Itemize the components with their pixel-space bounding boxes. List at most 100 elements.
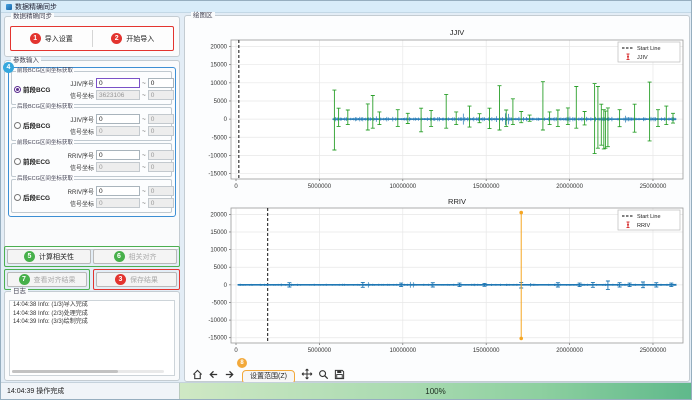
radio-bcg-front-label: 前段BCG — [23, 84, 50, 94]
signal-coord-start-input[interactable] — [96, 162, 140, 172]
progress-value: 100% — [425, 387, 445, 396]
back-icon[interactable] — [207, 368, 220, 381]
rriv-index-label: RRIV序号 — [61, 187, 94, 196]
svg-text:-15000: -15000 — [208, 172, 227, 178]
signal-coord-label: 信号坐标 — [61, 127, 94, 136]
svg-text:Start Line: Start Line — [637, 214, 661, 220]
range-separator: ~ — [142, 92, 146, 99]
svg-text:15000: 15000 — [210, 63, 227, 69]
svg-text:20000000: 20000000 — [556, 348, 583, 354]
zoom-icon[interactable] — [317, 368, 330, 381]
signal-coord-end-input[interactable] — [148, 90, 174, 100]
log-entry: 14:04:39 Info: (3/3)绘制完成 — [10, 318, 174, 327]
pan-icon[interactable] — [301, 368, 314, 381]
rriv-index-end-input[interactable] — [148, 150, 174, 160]
jjiv-index-start-input[interactable] — [96, 114, 140, 124]
plot-toolbar: 8 设置范围(Z) — [191, 366, 346, 382]
jjiv-index-end-input[interactable] — [148, 78, 174, 88]
radio-ecg-rear[interactable]: 后段ECG — [14, 192, 61, 202]
forward-icon[interactable] — [223, 368, 236, 381]
svg-text:20000: 20000 — [210, 212, 227, 218]
svg-text:JJIV: JJIV — [637, 55, 648, 61]
log-group: 日志 14:04:38 Info: (1/3)导入完成 14:04:38 Inf… — [4, 291, 180, 381]
svg-text:20000000: 20000000 — [556, 184, 583, 190]
rriv-index-end-input[interactable] — [148, 186, 174, 196]
radio-bcg-rear-label: 后段BCG — [23, 120, 50, 130]
radio-bcg-front[interactable]: 前段BCG — [14, 84, 61, 94]
jjiv-index-label: JJIV序号 — [61, 115, 94, 124]
svg-text:15000: 15000 — [210, 230, 227, 236]
correlation-align-label: 相关对齐 — [129, 252, 157, 262]
svg-text:5000000: 5000000 — [308, 348, 332, 354]
step-badge-2: 2 — [111, 33, 122, 44]
rriv-index-start-input[interactable] — [96, 150, 140, 160]
app-window: 数据精确同步 数据精确同步 1 导入设置 2 开始导入 参数输入 4 — [0, 0, 692, 400]
bcg-front-section: 前段BCG区间坐标获取 前段BCG JJIV序号 ~ — [11, 71, 172, 105]
rriv-index-start-input[interactable] — [96, 186, 140, 196]
signal-coord-start-input[interactable] — [96, 90, 140, 100]
jjiv-index-end-input[interactable] — [148, 114, 174, 124]
svg-text:25000000: 25000000 — [640, 184, 667, 190]
range-separator: ~ — [142, 164, 146, 171]
main-area: 数据精确同步 1 导入设置 2 开始导入 参数输入 4 前段BCG区间坐标获取 — [1, 13, 691, 382]
log-entry: 14:04:38 Info: (2/3)处理完成 — [10, 310, 174, 319]
svg-text:JJIV: JJIV — [450, 28, 465, 37]
save-result-button[interactable]: 3 保存结果 — [96, 272, 177, 287]
svg-text:0: 0 — [224, 283, 228, 289]
svg-text:10000: 10000 — [210, 81, 227, 87]
import-settings-button[interactable]: 1 导入设置 — [11, 27, 92, 50]
signal-coord-end-input[interactable] — [148, 126, 174, 136]
home-icon[interactable] — [191, 368, 204, 381]
svg-text:20000: 20000 — [210, 45, 227, 51]
jjiv-index-start-input[interactable] — [96, 78, 140, 88]
signal-coord-end-input[interactable] — [148, 162, 174, 172]
signal-coord-label: 信号坐标 — [61, 91, 94, 100]
start-import-button[interactable]: 2 开始导入 — [93, 27, 174, 50]
svg-text:10000000: 10000000 — [389, 348, 416, 354]
status-message: 14:04:39 操作完成 — [1, 383, 179, 399]
svg-text:15000000: 15000000 — [473, 184, 500, 190]
signal-coord-start-input[interactable] — [96, 126, 140, 136]
progress-bar: 100% — [179, 383, 691, 399]
ecg-front-section-title: 前段ECG区间坐标获取 — [16, 140, 74, 146]
range-separator: ~ — [142, 128, 146, 135]
signal-coord-start-input[interactable] — [96, 198, 140, 208]
log-horizontal-scrollbar[interactable] — [12, 370, 164, 373]
rriv-chart[interactable]: 0500000010000000150000002000000025000000… — [189, 198, 687, 360]
log-box[interactable]: 14:04:38 Info: (1/3)导入完成 14:04:38 Info: … — [9, 300, 175, 376]
params-group: 参数输入 4 前段BCG区间坐标获取 前段BCG JJIV序号 — [4, 60, 180, 250]
radio-ecg-front[interactable]: 前段ECG — [14, 156, 61, 166]
plot-group: 绘图区 050000001000000015000000200000002500… — [184, 15, 690, 382]
svg-text:0: 0 — [234, 348, 238, 354]
correlation-align-button[interactable]: 6 相关对齐 — [93, 249, 177, 264]
save-icon[interactable] — [333, 368, 346, 381]
radio-icon — [14, 158, 21, 165]
svg-text:10000: 10000 — [210, 248, 227, 254]
step-badge-1: 1 — [30, 33, 41, 44]
import-settings-label: 导入设置 — [45, 34, 73, 44]
jjiv-chart[interactable]: 0500000010000000150000002000000025000000… — [189, 24, 687, 196]
signal-coord-end-input[interactable] — [148, 198, 174, 208]
sync-group-title: 数据精确同步 — [11, 13, 54, 20]
calc-correlation-button[interactable]: 5 计算相关性 — [7, 249, 91, 264]
range-separator: ~ — [142, 116, 146, 123]
svg-text:-10000: -10000 — [208, 153, 227, 159]
bcg-front-section-title: 前段BCG区间坐标获取 — [16, 68, 74, 74]
view-align-result-button[interactable]: 7 查看对齐结果 — [7, 272, 87, 287]
step-badge-3: 3 — [115, 274, 126, 285]
radio-icon — [14, 122, 21, 129]
svg-text:RRIV: RRIV — [448, 198, 466, 206]
signal-coord-label: 信号坐标 — [61, 199, 94, 208]
radio-bcg-rear[interactable]: 后段BCG — [14, 120, 61, 130]
jjiv-index-label: JJIV序号 — [61, 79, 94, 88]
params-group-title: 参数输入 — [11, 57, 41, 64]
radio-ecg-front-label: 前段ECG — [23, 156, 50, 166]
signal-coord-label: 信号坐标 — [61, 163, 94, 172]
svg-text:-15000: -15000 — [208, 336, 227, 342]
step-badge-6: 6 — [114, 251, 125, 262]
svg-text:0: 0 — [234, 184, 238, 190]
svg-text:0: 0 — [224, 117, 228, 123]
title-bar: 数据精确同步 — [1, 1, 691, 13]
log-entry: 14:04:38 Info: (1/3)导入完成 — [10, 301, 174, 310]
calc-correlation-label: 计算相关性 — [39, 252, 74, 262]
